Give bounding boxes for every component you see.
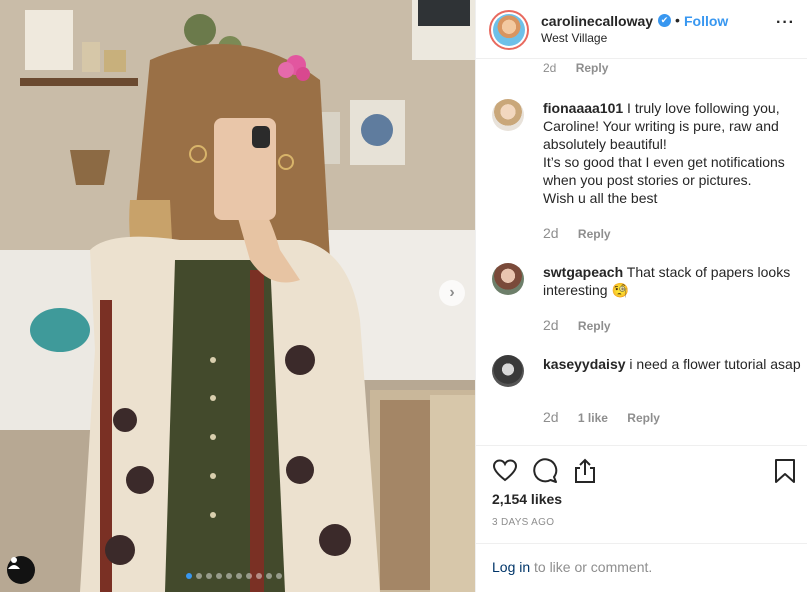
author-avatar[interactable]	[489, 10, 529, 50]
commenter-avatar[interactable]	[492, 355, 524, 387]
comment-text: swtgapeach That stack of papers looks in…	[543, 263, 807, 299]
reply-button[interactable]: Reply	[578, 319, 611, 333]
carousel-dot	[226, 573, 232, 579]
carousel-indicator	[186, 573, 282, 579]
comment-body: i need a flower tutorial asap	[625, 356, 801, 372]
chevron-right-icon: ›	[449, 284, 455, 301]
carousel-dot	[196, 573, 202, 579]
login-prompt-text: to like or comment.	[534, 559, 653, 575]
post-side-panel: carolinecalloway ✔ • Follow West Village…	[475, 0, 807, 592]
login-link[interactable]: Log in	[492, 559, 530, 575]
next-photo-button[interactable]: ›	[439, 280, 465, 306]
heart-icon	[492, 459, 518, 482]
carousel-dot	[266, 573, 272, 579]
carousel-dot	[246, 573, 252, 579]
photo-illustration	[0, 0, 475, 592]
post-header: carolinecalloway ✔ • Follow West Village…	[476, 0, 807, 58]
bookmark-icon	[775, 459, 795, 483]
author-username[interactable]: carolinecalloway	[541, 13, 653, 29]
post-location[interactable]: West Village	[541, 31, 607, 45]
login-prompt: Log in to like or comment.	[476, 543, 807, 593]
more-icon[interactable]: ···	[776, 14, 795, 32]
verified-icon: ✔	[658, 14, 671, 27]
carousel-dot	[216, 573, 222, 579]
carousel-dot	[256, 573, 262, 579]
commenter-username[interactable]: fionaaaa101	[543, 100, 623, 116]
share-button[interactable]	[572, 458, 598, 484]
commenter-avatar[interactable]	[492, 99, 524, 131]
comment-likes-count[interactable]: 1 like	[578, 411, 608, 425]
comment-meta: 2d Reply	[543, 317, 611, 333]
user-tag-button[interactable]	[7, 556, 35, 584]
share-icon	[575, 458, 595, 483]
comment-text: fionaaaa101 I truly love following you, …	[543, 99, 807, 207]
follow-button[interactable]: Follow	[684, 13, 728, 29]
comment-time: 2d	[543, 225, 559, 241]
commenter-username[interactable]: swtgapeach	[543, 264, 623, 280]
comment-meta: 2d Reply	[543, 225, 611, 241]
carousel-dot	[206, 573, 212, 579]
post-timestamp[interactable]: 3 DAYS AGO	[492, 517, 554, 528]
reply-button[interactable]: Reply	[576, 61, 609, 75]
likes-count[interactable]: 2,154 likes	[492, 491, 562, 507]
carousel-dot	[186, 573, 192, 579]
comment-time: 2d	[543, 317, 559, 333]
comment-time: 2d	[543, 409, 559, 425]
partial-comment-meta: 2d Reply	[543, 61, 608, 75]
comment-text: kaseyydaisy i need a flower tutorial asa…	[543, 355, 807, 373]
reply-button[interactable]: Reply	[627, 411, 660, 425]
comment-icon	[533, 458, 558, 483]
post-photo[interactable]: ›	[0, 0, 475, 592]
like-button[interactable]	[492, 458, 518, 484]
commenter-avatar[interactable]	[492, 263, 524, 295]
comment-list[interactable]: 2d Reply fionaaaa101 I truly love follow…	[476, 58, 807, 446]
carousel-dot	[236, 573, 242, 579]
comment-meta: 2d 1 like Reply	[543, 409, 660, 425]
post-actions: 2,154 likes 3 DAYS AGO Log in to like or…	[476, 445, 807, 592]
carousel-dot	[276, 573, 282, 579]
comment-button[interactable]	[532, 458, 558, 484]
reply-button[interactable]: Reply	[578, 227, 611, 241]
commenter-username[interactable]: kaseyydaisy	[543, 356, 626, 372]
comment-time: 2d	[543, 61, 557, 75]
save-button[interactable]	[772, 458, 798, 484]
user-tag-icon	[8, 557, 20, 569]
separator-dot: •	[675, 12, 680, 28]
